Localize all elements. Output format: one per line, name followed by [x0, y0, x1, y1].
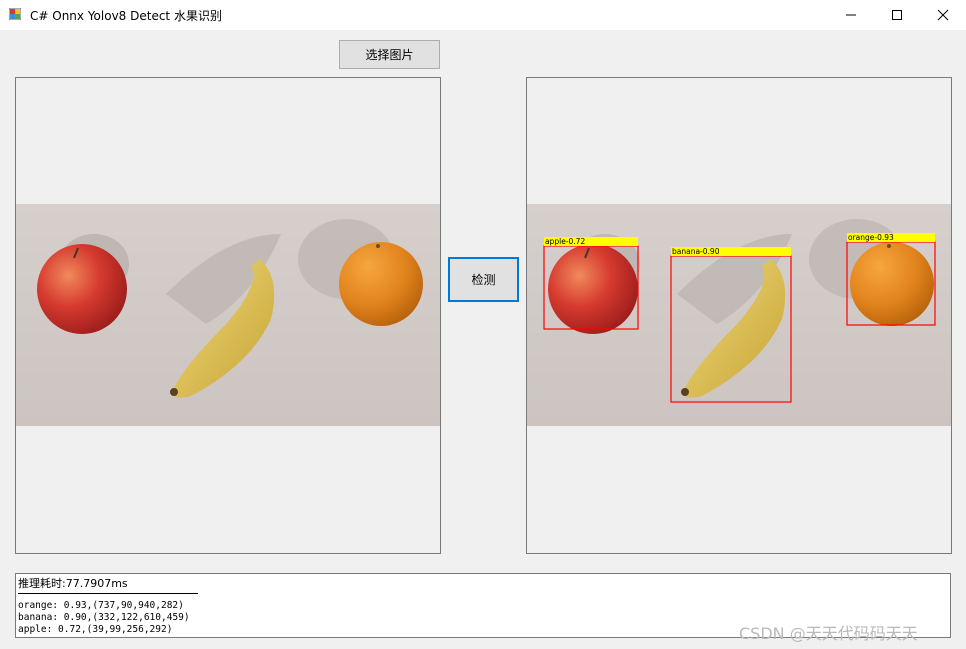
detection-label-orange: orange-0.93: [848, 233, 894, 242]
log-line-banana: banana: 0.90,(332,122,610,459): [18, 612, 190, 623]
watermark: CSDN @天天代码码天天: [739, 624, 918, 643]
orange: [339, 242, 423, 326]
apple: [37, 244, 127, 334]
select-image-button[interactable]: 选择图片: [339, 40, 440, 69]
detection-label-banana: banana-0.90: [672, 247, 720, 256]
minimize-icon: [846, 14, 856, 16]
detection-label-apple: apple-0.72: [545, 237, 585, 246]
title-bar: C# Onnx Yolov8 Detect 水果识别: [0, 0, 966, 30]
app-icon: [9, 8, 21, 20]
maximize-button[interactable]: [874, 0, 920, 30]
source-image: [16, 204, 440, 426]
close-button[interactable]: [920, 0, 966, 30]
log-line-orange: orange: 0.93,(737,90,940,282): [18, 600, 184, 611]
detect-button[interactable]: 检测: [448, 257, 519, 302]
source-image-box: [15, 77, 441, 554]
close-icon: [937, 9, 949, 21]
maximize-icon: [892, 10, 902, 20]
minimize-button[interactable]: [828, 0, 874, 30]
result-image: apple-0.72 banana-0.90 orange-0.93: [527, 204, 951, 426]
separator: [18, 593, 198, 594]
window-title: C# Onnx Yolov8 Detect 水果识别: [30, 9, 222, 23]
result-image-box: apple-0.72 banana-0.90 orange-0.93: [526, 77, 952, 554]
log-line-apple: apple: 0.72,(39,99,256,292): [18, 624, 173, 635]
inference-time: 推理耗时:77.7907ms: [18, 577, 128, 590]
